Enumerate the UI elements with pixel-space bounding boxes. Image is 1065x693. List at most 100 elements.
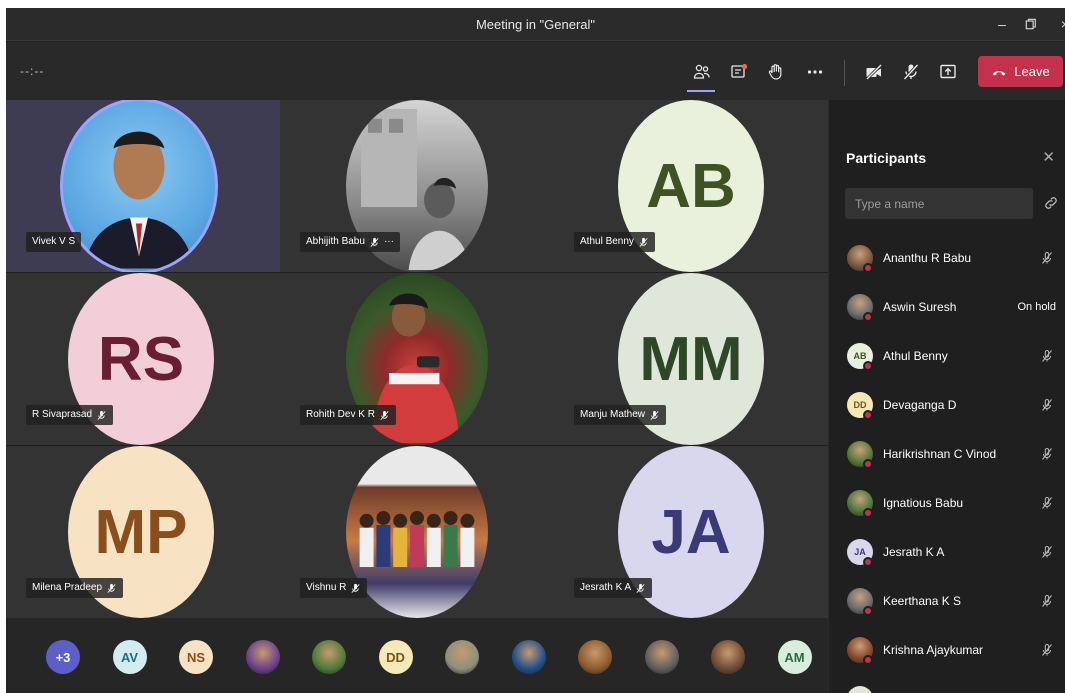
participant-label: Vishnu R	[300, 578, 368, 598]
participant-name: R Sivaprasad	[32, 409, 93, 420]
participant-name: Athul Benny	[580, 236, 634, 247]
presence-badge	[863, 557, 873, 567]
overflow-participant-avatar[interactable]	[312, 640, 346, 674]
participants-icon[interactable]	[690, 60, 714, 84]
participant-row[interactable]: Krishna Ajaykumar	[829, 627, 1065, 676]
video-tile[interactable]: MM Manju Mathew	[554, 273, 828, 445]
participant-name: Athul Benny	[883, 349, 948, 363]
overflow-participant-avatar[interactable]: AM	[777, 640, 812, 674]
video-tile[interactable]: Rohith Dev K R	[280, 273, 554, 445]
video-grid: Vivek V S Abhijith Babu ··· AB Athul Ben…	[6, 100, 828, 618]
participant-row[interactable]: JA Jesrath K A	[829, 529, 1065, 578]
participant-name: Harikrishnan C Vinod	[883, 447, 997, 461]
overflow-participant-avatar[interactable]	[578, 640, 612, 674]
participant-name: Vivek V S	[32, 236, 76, 247]
chat-icon[interactable]	[727, 60, 751, 84]
presence-badge	[863, 410, 873, 420]
participant-row[interactable]: DD Devaganga D	[829, 382, 1065, 431]
video-tile[interactable]: RS R Sivaprasad	[6, 273, 280, 445]
more-options-icon[interactable]	[803, 60, 827, 84]
video-tile[interactable]: Abhijith Babu ···	[280, 100, 554, 272]
participant-row[interactable]: Harikrishnan C Vinod	[829, 431, 1065, 480]
participant-row[interactable]: AB Athul Benny	[829, 333, 1065, 382]
minimize-icon[interactable]: –	[991, 14, 1013, 34]
participant-row[interactable]: Aswin Suresh On hold	[829, 284, 1065, 333]
close-panel-icon[interactable]: ✕	[1042, 148, 1055, 166]
participant-name: Keerthana K S	[883, 594, 962, 608]
overflow-participant-avatar[interactable]: DD	[378, 640, 413, 674]
mic-off-icon	[1040, 545, 1054, 559]
mic-off-icon	[1040, 349, 1054, 363]
more-participants-button[interactable]: +3	[46, 640, 80, 674]
presence-badge	[863, 655, 873, 665]
participant-photo	[60, 100, 218, 272]
presence-badge	[863, 361, 873, 371]
active-tab-indicator	[687, 90, 715, 92]
participant-name: Milena Pradeep	[32, 582, 103, 593]
title-bar: Meeting in "General" – ×	[6, 8, 1065, 41]
participant-name: Jesrath K A	[580, 582, 632, 593]
participant-row[interactable]: MMManju Mathew	[829, 676, 1065, 693]
participant-photo	[346, 446, 488, 618]
raise-hand-icon[interactable]	[764, 60, 788, 84]
mic-off-icon	[635, 583, 646, 594]
participant-row[interactable]: Ignatious Babu	[829, 480, 1065, 529]
participant-status: On hold	[1017, 301, 1056, 313]
presence-badge	[863, 508, 873, 518]
meeting-timer: --:--	[20, 64, 45, 78]
overflow-participant-avatar[interactable]	[644, 640, 679, 674]
participant-row[interactable]: Ananthu R Babu	[829, 235, 1065, 284]
toolbar-divider	[844, 60, 845, 86]
video-tile[interactable]: MP Milena Pradeep	[6, 446, 280, 618]
overflow-participant-avatar[interactable]: NS	[179, 640, 213, 674]
restore-icon[interactable]	[1020, 14, 1042, 34]
mic-off-icon	[106, 583, 117, 594]
tile-more-icon[interactable]: ···	[384, 232, 394, 252]
presence-badge	[863, 263, 873, 273]
video-tile[interactable]: Vishnu R	[280, 446, 554, 618]
overflow-participant-avatar[interactable]	[445, 640, 479, 674]
participant-label: Athul Benny	[574, 232, 655, 252]
participant-label: Vivek V S	[26, 232, 82, 252]
overflow-participant-avatar[interactable]	[245, 640, 280, 674]
mic-off-icon	[369, 237, 380, 248]
leave-button[interactable]: Leave	[978, 56, 1063, 87]
participant-row[interactable]: Keerthana K S	[829, 578, 1065, 627]
mic-off-icon	[96, 410, 107, 421]
participant-label: Manju Mathew	[574, 405, 667, 425]
share-screen-icon[interactable]	[936, 60, 960, 84]
presence-badge	[863, 312, 873, 322]
video-tile[interactable]: JA Jesrath K A	[554, 446, 828, 618]
camera-off-icon[interactable]	[862, 60, 886, 84]
participant-name: Ignatious Babu	[883, 496, 964, 510]
presence-badge	[863, 606, 873, 616]
mic-off-icon	[1040, 496, 1054, 510]
window-title: Meeting in "General"	[475, 17, 596, 32]
participant-name: Vishnu R	[306, 582, 347, 593]
mic-off-icon	[379, 410, 390, 421]
video-tile[interactable]: Vivek V S	[6, 100, 280, 272]
participant-name: Krishna Ajaykumar	[883, 643, 984, 657]
participant-label: Rohith Dev K R	[300, 405, 396, 425]
close-window-icon[interactable]: ×	[1054, 14, 1065, 34]
panel-title: Participants	[846, 150, 927, 166]
mic-off-icon[interactable]	[899, 60, 923, 84]
teams-meeting-window: Meeting in "General" – × --:--	[6, 8, 1065, 693]
overflow-participant-avatar[interactable]: AV	[112, 640, 147, 674]
overflow-participant-avatar[interactable]	[711, 640, 745, 674]
participant-name: Abhijith Babu	[306, 236, 365, 247]
participant-name: Jesrath K A	[883, 545, 945, 559]
group-photo-icon	[359, 511, 475, 567]
mic-off-icon	[350, 583, 361, 594]
overflow-participant-avatar[interactable]	[511, 640, 546, 674]
video-tile[interactable]: AB Athul Benny	[554, 100, 828, 272]
participant-label: R Sivaprasad	[26, 405, 114, 425]
mic-off-icon	[649, 410, 660, 421]
overflow-participants-strip: +3 AV NS DD AM	[6, 618, 828, 693]
participants-panel: Participants ✕ Ananthu R Babu Aswin Sures…	[828, 100, 1065, 693]
participant-name: Manju Mathew	[580, 409, 646, 420]
share-invite-icon[interactable]	[1043, 195, 1059, 211]
mic-off-icon	[1040, 643, 1054, 657]
participant-search-input[interactable]	[845, 188, 1033, 219]
participant-label: Jesrath K A	[574, 578, 653, 598]
